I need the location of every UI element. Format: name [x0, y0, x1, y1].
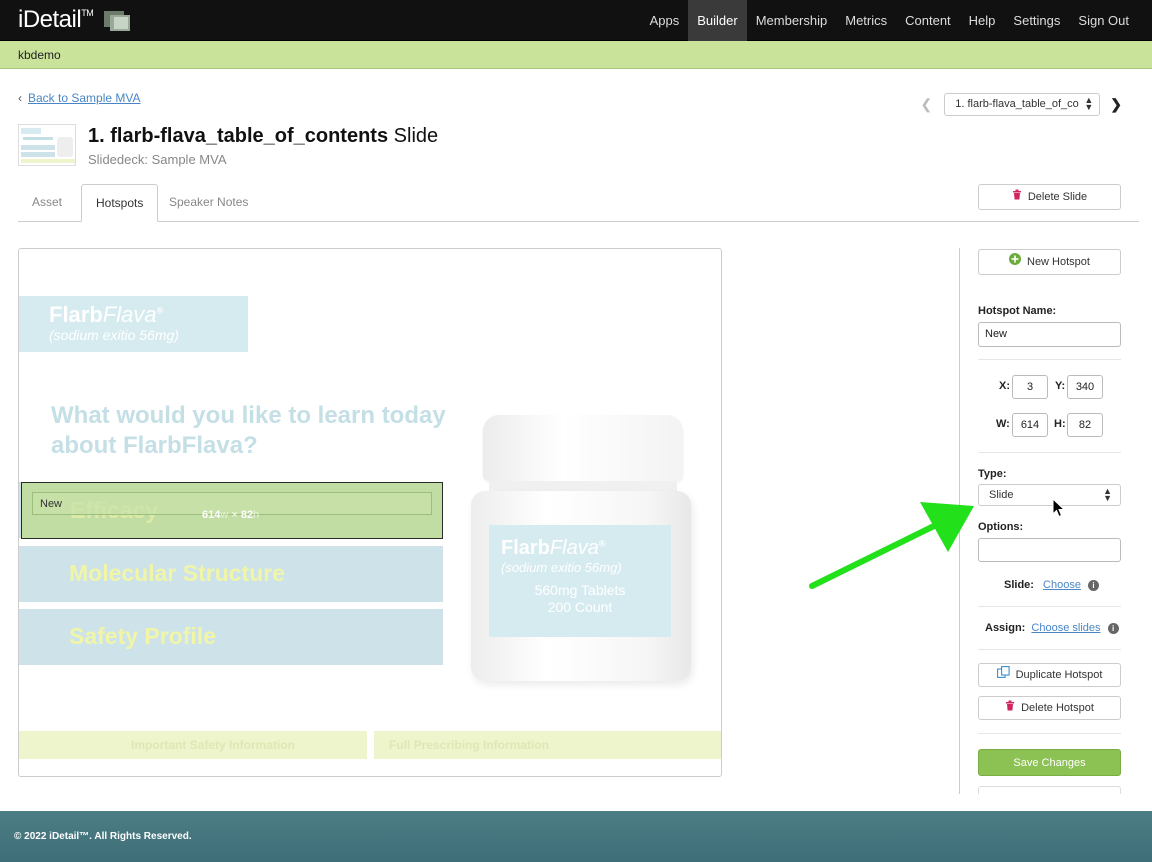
- prev-slide-chevron-icon[interactable]: ❮: [921, 96, 933, 113]
- y-label: Y:: [1055, 380, 1066, 392]
- duplicate-hotspot-button[interactable]: Duplicate Hotspot: [978, 663, 1121, 687]
- bottle-brand: FlarbFlava®: [501, 537, 606, 559]
- w-input[interactable]: 614: [1012, 413, 1048, 437]
- slide-canvas[interactable]: FlarbFlava® (sodium exitio 56mg) What wo…: [18, 248, 722, 777]
- chevron-left-icon: ‹: [18, 91, 22, 105]
- panel-bottom-edge: [978, 786, 1121, 794]
- logo-mark-icon: [104, 11, 132, 33]
- info-icon[interactable]: i: [1088, 579, 1099, 591]
- menu-molecular-structure: Molecular Structure: [19, 546, 443, 602]
- plus-circle-icon: [1009, 250, 1021, 274]
- separator: [978, 649, 1121, 650]
- nav-builder[interactable]: Builder: [688, 0, 747, 41]
- y-input[interactable]: 340: [1067, 375, 1103, 399]
- options-input[interactable]: [978, 538, 1121, 562]
- bottle-label: FlarbFlava® (sodium exitio 56mg) 560mg T…: [489, 525, 671, 637]
- back-link[interactable]: Back to Sample MVA: [28, 91, 141, 105]
- slide-choose-row: Slide: Choose i: [1004, 579, 1099, 591]
- top-nav: iDetailTM Apps Builder Membership Metric…: [0, 0, 1152, 41]
- hotspot-name-input[interactable]: New: [978, 322, 1121, 347]
- delete-slide-button[interactable]: Delete Slide: [978, 184, 1121, 210]
- duplicate-hotspot-label: Duplicate Hotspot: [1015, 669, 1103, 681]
- separator: [978, 733, 1121, 734]
- main-nav: Apps Builder Membership Metrics Content …: [641, 0, 1138, 41]
- choose-slides-link[interactable]: Choose slides: [1031, 622, 1100, 634]
- app-logo[interactable]: iDetailTM: [18, 6, 94, 34]
- w-label: W:: [996, 418, 1010, 430]
- slide-field-label: Slide:: [1004, 579, 1034, 591]
- type-label: Type:: [978, 468, 1007, 480]
- hotspot-name-label: Hotspot Name:: [978, 305, 1057, 317]
- hotspot-dimensions: 614w × 82h: [202, 509, 260, 521]
- slide-select-value: 1. flarb-flava_table_of_co: [955, 98, 1079, 110]
- tab-bar: Asset Hotspots Speaker Notes: [18, 184, 1139, 222]
- slide-question: What would you like to learn today about…: [51, 402, 446, 459]
- slide-navigator: ❮ 1. flarb-flava_table_of_co ▲ ▼ ❯: [921, 93, 1122, 116]
- x-input[interactable]: 3: [1012, 375, 1048, 399]
- slide-name: 1. flarb-flava_table_of_contents: [88, 125, 389, 147]
- nav-sign-out[interactable]: Sign Out: [1069, 0, 1138, 41]
- h-input[interactable]: 82: [1067, 413, 1103, 437]
- copyright: © 2022 iDetail™. All Rights Reserved.: [14, 831, 192, 842]
- safety-info-link: Important Safety Information: [19, 731, 367, 759]
- sort-arrows-icon: ▲ ▼: [1103, 486, 1112, 503]
- tab-asset[interactable]: Asset: [18, 184, 76, 222]
- assign-row: Assign: Choose slides i: [985, 622, 1119, 634]
- back-link-row: ‹ Back to Sample MVA: [18, 91, 141, 105]
- trash-icon: [1005, 697, 1015, 719]
- bottle-subtitle: (sodium exitio 56mg): [501, 560, 622, 575]
- slide-select[interactable]: 1. flarb-flava_table_of_co ▲ ▼: [944, 93, 1101, 116]
- nav-content[interactable]: Content: [896, 0, 960, 41]
- sort-arrows-icon: ▲ ▼: [1084, 95, 1094, 112]
- type-select-value: Slide: [989, 489, 1014, 501]
- assign-field-label: Assign:: [985, 622, 1026, 634]
- delete-hotspot-label: Delete Hotspot: [1021, 702, 1094, 714]
- save-changes-button[interactable]: Save Changes: [978, 749, 1121, 776]
- tab-speaker-notes[interactable]: Speaker Notes: [155, 184, 262, 222]
- x-label: X:: [999, 380, 1010, 392]
- choose-slide-link[interactable]: Choose: [1043, 579, 1081, 591]
- brand-name: FlarbFlava®: [49, 302, 164, 327]
- nav-apps[interactable]: Apps: [641, 0, 689, 41]
- bottle-details: 560mg Tablets 200 Count: [534, 582, 626, 615]
- h-label: H:: [1054, 418, 1066, 430]
- annotation-arrow-icon: [809, 502, 974, 589]
- separator: [978, 359, 1121, 360]
- page-subtitle: Slidedeck: Sample MVA: [88, 152, 227, 167]
- options-label: Options:: [978, 521, 1024, 533]
- brand-block: FlarbFlava® (sodium exitio 56mg): [19, 296, 248, 352]
- new-hotspot-button[interactable]: New Hotspot: [978, 249, 1121, 275]
- user-bar: kbdemo: [0, 41, 1152, 69]
- new-hotspot-label: New Hotspot: [1027, 256, 1090, 268]
- prescribing-info-link: Full Prescribing Information: [374, 731, 721, 759]
- logo-tm: TM: [81, 8, 94, 18]
- hotspot-overlay[interactable]: Efficacy New 614w × 82h: [21, 482, 443, 539]
- separator: [978, 606, 1121, 607]
- type-select[interactable]: Slide ▲ ▼: [978, 484, 1121, 506]
- nav-settings[interactable]: Settings: [1004, 0, 1069, 41]
- nav-membership[interactable]: Membership: [747, 0, 837, 41]
- tab-hotspots[interactable]: Hotspots: [81, 184, 159, 222]
- trash-icon: [1012, 185, 1022, 209]
- delete-hotspot-button[interactable]: Delete Hotspot: [978, 696, 1121, 720]
- info-icon[interactable]: i: [1107, 622, 1119, 634]
- product-bottle-image: FlarbFlava® (sodium exitio 56mg) 560mg T…: [469, 411, 719, 691]
- site-footer: © 2022 iDetail™. All Rights Reserved.: [0, 811, 1152, 862]
- separator: [978, 452, 1121, 453]
- username: kbdemo: [18, 48, 61, 62]
- page-title: 1. flarb-flava_table_of_contents Slide: [88, 125, 438, 148]
- title-suffix: Slide: [393, 125, 439, 147]
- nav-metrics[interactable]: Metrics: [836, 0, 896, 41]
- copy-icon: [996, 664, 1010, 686]
- menu-safety-profile: Safety Profile: [19, 609, 443, 665]
- delete-slide-label: Delete Slide: [1027, 191, 1088, 203]
- next-slide-chevron-icon[interactable]: ❯: [1110, 96, 1122, 113]
- slide-thumbnail: [18, 124, 76, 166]
- nav-help[interactable]: Help: [960, 0, 1005, 41]
- brand-subtitle: (sodium exitio 56mg): [49, 327, 179, 343]
- logo-text: iDetail: [18, 6, 82, 33]
- cursor-icon: [1052, 498, 1066, 518]
